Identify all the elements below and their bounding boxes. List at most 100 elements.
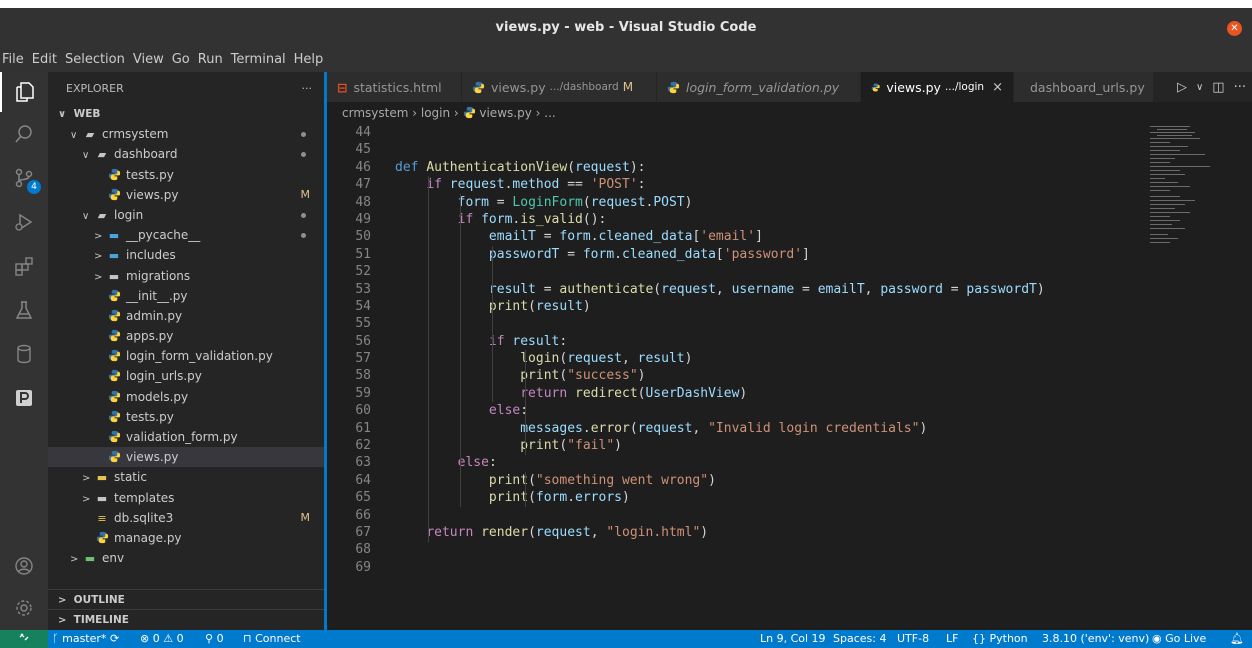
file-item[interactable]: tests.py [48,165,326,185]
testing-activity[interactable] [0,290,48,330]
code-line[interactable]: 55 [327,315,1252,332]
code-line[interactable]: 65 print(form.errors) [327,489,1252,506]
code-line[interactable]: 49 if form.is_valid(): [327,211,1252,228]
run-debug-activity[interactable] [0,202,48,242]
folder-item[interactable]: ∨ ▰ crmsystem [48,124,326,144]
code-line[interactable]: 61 messages.error(request, "Invalid logi… [327,420,1252,437]
code-line[interactable]: 46 def AuthenticationView(request): [327,159,1252,176]
menu-run[interactable]: Run [190,48,223,72]
source-control-activity[interactable]: 4 [0,158,48,198]
breadcrumb-file[interactable]: views.py [479,106,531,120]
code-line[interactable]: 47 if request.method == 'POST': [327,176,1252,193]
editor-tab[interactable]: login_form_validation.py [657,72,861,102]
code-line[interactable]: 52 [327,263,1252,280]
file-item[interactable]: manage.py [48,528,326,548]
code-line[interactable]: 63 else: [327,454,1252,471]
editor-tab[interactable]: views.py .../dashboard M [462,72,657,102]
outline-section[interactable]: > OUTLINE [48,589,326,609]
menu-view[interactable]: View [125,48,164,72]
folder-item[interactable]: > ▬ migrations [48,266,326,286]
more-actions-icon[interactable]: ··· [1234,80,1246,95]
menu-help[interactable]: Help [286,48,324,72]
indentation-status[interactable]: Spaces: 4 [833,630,886,648]
code-line[interactable]: 66 [327,507,1252,524]
code-line[interactable]: 57 login(request, result) [327,350,1252,367]
menu-go[interactable]: Go [164,48,190,72]
code-line[interactable]: 53 result = authenticate(request, userna… [327,281,1252,298]
file-item[interactable]: login_urls.py [48,366,326,386]
folder-item[interactable]: > ▬ static [48,467,326,487]
editor-tab[interactable]: dashboard_urls.py [1014,72,1154,102]
split-editor-icon[interactable]: ◫ [1212,80,1224,95]
code-line[interactable]: 58 print("success") [327,367,1252,384]
file-item[interactable]: models.py [48,387,326,407]
code-line[interactable]: 59 return redirect(UserDashView) [327,385,1252,402]
chevron-down-icon[interactable]: ∨ [1196,82,1203,93]
minimap[interactable] [1150,124,1240,254]
encoding-status[interactable]: UTF-8 [897,630,929,648]
search-activity[interactable] [0,114,48,154]
folder-item[interactable]: ∨ ▰ dashboard [48,144,326,164]
branch-status[interactable]: ᚴ master* [52,630,106,648]
code-line[interactable]: 44 [327,124,1252,141]
breadcrumb-symbol[interactable]: ... [544,106,555,120]
folder-item[interactable]: ∨ ▰ login [48,205,326,225]
code-line[interactable]: 56 if result: [327,333,1252,350]
accounts-activity[interactable] [0,546,48,586]
workspace-root[interactable]: ∨ WEB [48,104,326,124]
menu-selection[interactable]: Selection [57,48,125,72]
code-editor[interactable]: 44 45 46 def AuthenticationView(request): 47… [327,124,1252,630]
file-item[interactable]: login_form_validation.py [48,346,326,366]
menu-terminal[interactable]: Terminal [223,48,286,72]
bell-icon[interactable]: 🔔︎ [1230,630,1244,648]
code-line[interactable]: 64 print("something went wrong") [327,472,1252,489]
code-line[interactable]: 60 else: [327,402,1252,419]
folder-item[interactable]: > ▬ env [48,548,326,568]
file-item[interactable]: __init__.py [48,286,326,306]
explorer-more-button[interactable]: ··· [302,82,313,95]
file-item[interactable]: views.py M [48,185,326,205]
code-line[interactable]: 67 return render(request, "login.html") [327,524,1252,541]
menu-edit[interactable]: Edit [24,48,57,72]
run-file-icon[interactable]: ▷ [1177,80,1187,95]
file-item[interactable]: tests.py [48,407,326,427]
file-item[interactable]: ≡ db.sqlite3 M [48,508,326,528]
remote-indicator[interactable] [0,630,48,648]
code-line[interactable]: 69 [327,559,1252,576]
eol-status[interactable]: LF [946,630,958,648]
ports-status[interactable]: ⚲ 0 [205,630,224,648]
cursor-position[interactable]: Ln 9, Col 19 [760,630,826,648]
file-item[interactable]: admin.py [48,306,326,326]
folder-item[interactable]: > ▬ __pycache__ [48,225,326,245]
file-item[interactable]: validation_form.py [48,427,326,447]
database-activity[interactable] [0,334,48,374]
file-item[interactable]: views.py [48,447,326,468]
code-line[interactable]: 54 print(result) [327,298,1252,315]
folder-item[interactable]: > ▬ templates [48,488,326,508]
menu-file[interactable]: File [0,48,24,72]
code-line[interactable]: 68 [327,541,1252,558]
language-status[interactable]: {} Python [972,630,1028,648]
timeline-section[interactable]: > TIMELINE [48,609,326,629]
interpreter-status[interactable]: 3.8.10 ('env': venv) [1042,630,1149,648]
p-extension-activity[interactable] [0,378,48,418]
connect-status[interactable]: ⊓ Connect [243,630,301,648]
sync-icon[interactable]: ⟳ [110,630,119,648]
manage-activity[interactable] [0,588,48,628]
problems-status[interactable]: ⊗ 0 ⚠ 0 [140,630,184,648]
breadcrumb-login[interactable]: login [421,106,450,120]
file-item[interactable]: apps.py [48,326,326,346]
editor-tab[interactable]: views.py .../login × [861,72,1014,102]
breadcrumb-crmsystem[interactable]: crmsystem [342,106,408,120]
explorer-activity[interactable] [0,72,48,112]
code-line[interactable]: 50 emailT = form.cleaned_data['email'] [327,228,1252,245]
editor-tab[interactable]: ⊟ statistics.html [327,72,462,102]
golive-status[interactable]: ◉ Go Live [1152,630,1206,648]
code-line[interactable]: 48 form = LoginForm(request.POST) [327,194,1252,211]
code-line[interactable]: 45 [327,141,1252,158]
close-tab-icon[interactable]: × [992,80,1003,95]
close-window-button[interactable]: ✕ [1227,21,1242,36]
code-line[interactable]: 51 passwordT = form.cleaned_data['passwo… [327,246,1252,263]
extensions-activity[interactable] [0,246,48,286]
folder-item[interactable]: > ▬ includes [48,245,326,265]
